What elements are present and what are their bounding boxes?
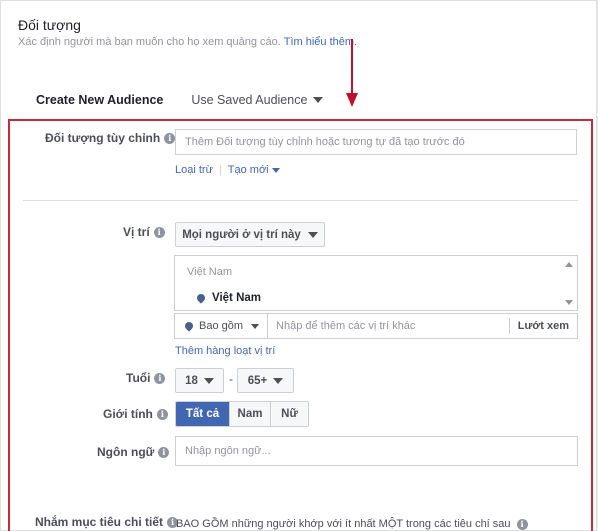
- age-label-text: Tuổi: [126, 371, 151, 385]
- location-search-bar: Bao gồm Nhập để thêm các vị trí khác Lướ…: [174, 313, 578, 339]
- audience-tabs: Create New Audience Use Saved Audience: [36, 93, 324, 107]
- link-separator: |: [218, 164, 222, 176]
- age-max-dropdown[interactable]: 65+: [237, 368, 294, 393]
- info-icon[interactable]: i: [156, 408, 168, 420]
- annotation-arrow-line: [351, 39, 353, 95]
- info-icon[interactable]: i: [154, 372, 166, 384]
- location-label: Vị trí i: [123, 225, 165, 239]
- exclude-link[interactable]: Loại trừ: [175, 164, 213, 176]
- chevron-down-icon: [313, 97, 324, 103]
- language-label-text: Ngôn ngữ: [97, 445, 155, 459]
- location-pin-icon: [195, 292, 207, 304]
- chevron-down-icon: [203, 377, 214, 384]
- location-list-item[interactable]: Việt Nam: [195, 292, 262, 304]
- annotation-arrow-head-icon: [346, 93, 358, 107]
- location-list-header: Việt Nam: [187, 266, 233, 278]
- location-item-label: Việt Nam: [212, 292, 262, 304]
- location-list[interactable]: Việt Nam Việt Nam: [174, 255, 578, 311]
- section-title: Đối tượng: [18, 17, 81, 33]
- chevron-down-icon: [251, 323, 260, 329]
- gender-male-button[interactable]: Nam: [229, 402, 270, 426]
- tab-create-new-audience[interactable]: Create New Audience: [36, 93, 163, 107]
- create-new-link[interactable]: Tạo mới: [228, 164, 269, 176]
- info-icon[interactable]: i: [164, 132, 176, 144]
- tab-use-saved-audience[interactable]: Use Saved Audience: [191, 93, 324, 107]
- gender-all-button[interactable]: Tất cả: [176, 402, 229, 426]
- info-icon[interactable]: i: [516, 518, 528, 530]
- gender-female-button[interactable]: Nữ: [270, 402, 308, 426]
- custom-audience-label-text: Đối tượng tùy chỉnh: [45, 131, 161, 145]
- section-divider: [23, 200, 578, 201]
- detailed-targeting-label: Nhắm mục tiêu chi tiết i: [35, 515, 179, 529]
- location-search-input[interactable]: Nhập để thêm các vị trí khác: [268, 320, 509, 332]
- detailed-targeting-description-text: BAO GỒM những người khớp với ít nhất MỘT…: [176, 518, 511, 530]
- language-placeholder: Nhập ngôn ngữ...: [185, 445, 271, 457]
- language-label: Ngôn ngữ i: [97, 445, 170, 459]
- scroll-down-icon[interactable]: [565, 300, 573, 305]
- subtitle-text: Xác định người mà bạn muốn cho họ xem qu…: [18, 36, 281, 48]
- location-scope-label: Mọi người ở vị trí này: [182, 228, 301, 241]
- age-separator: -: [229, 372, 233, 386]
- chevron-down-icon[interactable]: [271, 167, 280, 173]
- custom-audience-links: Loại trừ | Tạo mới: [175, 164, 280, 176]
- custom-audience-placeholder: Thêm Đối tượng tùy chỉnh hoặc tương tự đ…: [185, 136, 465, 148]
- detailed-targeting-description: BAO GỒM những người khớp với ít nhất MỘT…: [176, 518, 528, 530]
- custom-audience-label: Đối tượng tùy chỉnh i: [45, 131, 176, 145]
- gender-label-text: Giới tính: [103, 407, 153, 421]
- age-label: Tuổi i: [126, 371, 166, 385]
- language-input[interactable]: Nhập ngôn ngữ...: [175, 436, 578, 466]
- bulk-add-locations-link[interactable]: Thêm hàng loạt vị trí: [175, 345, 275, 357]
- age-min-value: 18: [185, 374, 198, 387]
- tab-use-saved-label: Use Saved Audience: [191, 93, 308, 107]
- age-max-value: 65+: [247, 374, 268, 387]
- location-pin-icon: [183, 320, 195, 332]
- detailed-targeting-label-text: Nhắm mục tiêu chi tiết: [35, 515, 164, 529]
- learn-more-link[interactable]: Tìm hiểu thêm.: [284, 36, 357, 48]
- section-subtitle: Xác định người mà bạn muốn cho họ xem qu…: [18, 36, 357, 48]
- info-icon[interactable]: i: [153, 226, 165, 238]
- location-label-text: Vị trí: [123, 225, 150, 239]
- gender-toggle-group: Tất cả Nam Nữ: [175, 401, 309, 427]
- include-selector-label: Bao gồm: [199, 320, 244, 332]
- location-scope-dropdown[interactable]: Mọi người ở vị trí này: [175, 222, 325, 247]
- age-min-dropdown[interactable]: 18: [175, 368, 224, 393]
- custom-audience-input[interactable]: Thêm Đối tượng tùy chỉnh hoặc tương tự đ…: [175, 129, 577, 155]
- audience-card: Đối tượng Xác định người mà bạn muốn cho…: [0, 0, 597, 531]
- chevron-down-icon: [307, 231, 318, 238]
- include-selector[interactable]: Bao gồm: [175, 314, 269, 338]
- info-icon[interactable]: i: [158, 446, 170, 458]
- scroll-up-icon[interactable]: [565, 262, 573, 267]
- browse-button[interactable]: Lướt xem: [508, 318, 577, 334]
- chevron-down-icon: [273, 377, 284, 384]
- gender-label: Giới tính i: [103, 407, 168, 421]
